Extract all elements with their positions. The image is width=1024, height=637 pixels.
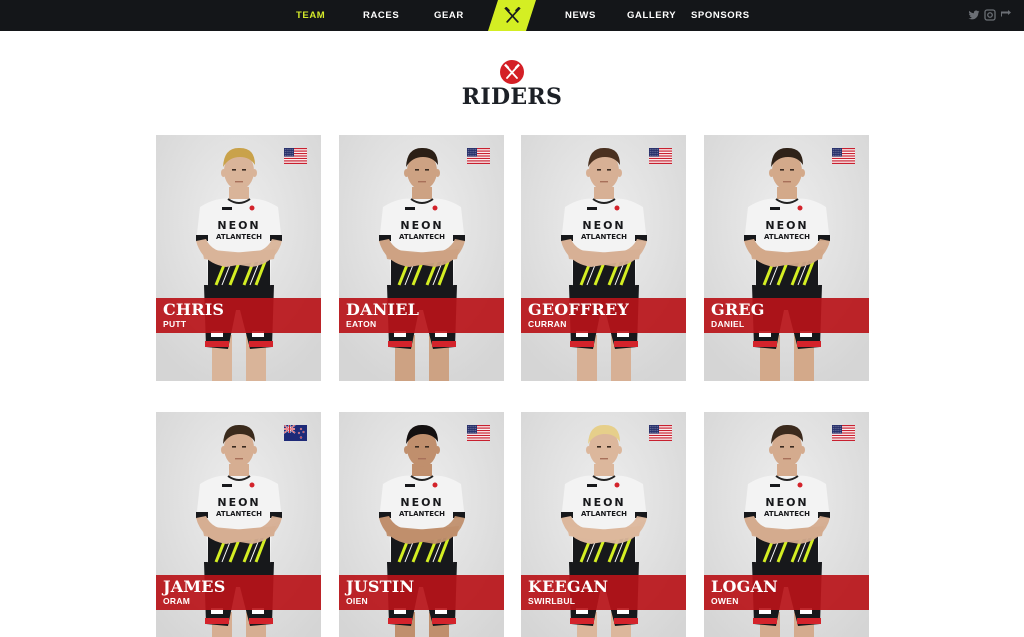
rider-first-name: LOGAN <box>711 577 778 596</box>
jersey-atlantech-text: ATLANTECH <box>764 233 810 241</box>
usa-flag-icon <box>832 425 855 441</box>
nav-sponsors[interactable]: SPONSORS <box>691 0 750 31</box>
new-zealand-flag-icon <box>284 425 307 441</box>
rider-name-band: JAMES ORAM <box>156 575 321 610</box>
rider-last-name: SWIRLBUL <box>528 596 576 606</box>
rider-first-name: CHRIS <box>163 300 225 319</box>
jersey-neon-text: NEON <box>217 219 260 232</box>
top-navigation: TEAM RACES GEAR NEWS GALLERY SPONSORS <box>0 0 1024 31</box>
rider-last-name: DANIEL <box>711 319 745 329</box>
jersey-atlantech-text: ATLANTECH <box>764 510 810 518</box>
rider-last-name: OIEN <box>346 596 368 606</box>
rider-card[interactable]: NEON ATLANTECH LOGAN OWEN <box>704 412 869 637</box>
nav-races[interactable]: RACES <box>363 0 399 31</box>
usa-flag-icon <box>649 425 672 441</box>
crossed-hammers-icon <box>504 7 521 23</box>
usa-flag-icon <box>832 148 855 164</box>
rider-card[interactable]: NEON ATLANTECH GREG DANIEL <box>704 135 869 381</box>
jersey-neon-text: NEON <box>400 219 443 232</box>
rider-first-name: KEEGAN <box>528 577 609 596</box>
jersey-atlantech-text: ATLANTECH <box>216 233 262 241</box>
rider-photo: NEON ATLANTECH <box>156 135 321 381</box>
jersey-neon-text: NEON <box>217 496 260 509</box>
jersey-neon-text: NEON <box>582 496 625 509</box>
rider-name-band: DANIEL EATON <box>339 298 504 333</box>
rider-photo: NEON ATLANTECH <box>521 135 686 381</box>
rider-first-name: DANIEL <box>346 300 420 319</box>
rider-card[interactable]: NEON ATLANTECH DANIEL EATON <box>339 135 504 381</box>
jersey-atlantech-text: ATLANTECH <box>399 510 445 518</box>
rider-last-name: EATON <box>346 319 377 329</box>
rider-photo: NEON ATLANTECH <box>339 135 504 381</box>
home-logo-button[interactable] <box>488 0 536 31</box>
rider-card[interactable]: NEON ATLANTECH KEEGAN SWIRLBUL <box>521 412 686 637</box>
usa-flag-icon <box>649 148 672 164</box>
rider-name-band: JUSTIN OIEN <box>339 575 504 610</box>
instagram-icon[interactable] <box>984 9 996 21</box>
rider-last-name: ORAM <box>163 596 191 606</box>
rider-photo: NEON ATLANTECH <box>704 135 869 381</box>
rider-card[interactable]: NEON ATLANTECH JUSTIN OIEN <box>339 412 504 637</box>
rider-first-name: JUSTIN <box>346 577 415 596</box>
usa-flag-icon <box>467 148 490 164</box>
rider-name-band: KEEGAN SWIRLBUL <box>521 575 686 610</box>
usa-flag-icon <box>467 425 490 441</box>
nav-team[interactable]: TEAM <box>296 0 325 31</box>
jersey-atlantech-text: ATLANTECH <box>581 510 627 518</box>
rider-name-band: CHRIS PUTT <box>156 298 321 333</box>
page-title: RIDERS <box>461 84 563 110</box>
rider-last-name: PUTT <box>163 319 187 329</box>
jersey-atlantech-text: ATLANTECH <box>399 233 445 241</box>
rider-first-name: GREG <box>711 300 765 319</box>
jersey-atlantech-text: ATLANTECH <box>581 233 627 241</box>
jersey-neon-text: NEON <box>765 219 808 232</box>
nav-gear[interactable]: GEAR <box>434 0 464 31</box>
jersey-atlantech-text: ATLANTECH <box>216 510 262 518</box>
twitter-icon[interactable] <box>968 9 980 21</box>
jersey-neon-text: NEON <box>765 496 808 509</box>
rider-first-name: JAMES <box>163 577 226 596</box>
rider-card[interactable]: NEON ATLANTECH JAMES ORAM <box>156 412 321 637</box>
rider-card[interactable]: NEON ATLANTECH CHRIS PUTT <box>156 135 321 381</box>
rider-name-band: GREG DANIEL <box>704 298 869 333</box>
usa-flag-icon <box>284 148 307 164</box>
crossed-hammers-badge-icon <box>500 60 524 84</box>
nav-gallery[interactable]: GALLERY <box>627 0 676 31</box>
jersey-neon-text: NEON <box>582 219 625 232</box>
rider-first-name: GEOFFREY <box>528 300 630 319</box>
rider-name-band: LOGAN OWEN <box>704 575 869 610</box>
share-icon[interactable] <box>1000 9 1012 21</box>
rider-last-name: OWEN <box>711 596 739 606</box>
jersey-neon-text: NEON <box>400 496 443 509</box>
rider-last-name: CURRAN <box>528 319 567 329</box>
nav-news[interactable]: NEWS <box>565 0 596 31</box>
rider-name-band: GEOFFREY CURRAN <box>521 298 686 333</box>
rider-card[interactable]: NEON ATLANTECH GEOFFREY CURRAN <box>521 135 686 381</box>
